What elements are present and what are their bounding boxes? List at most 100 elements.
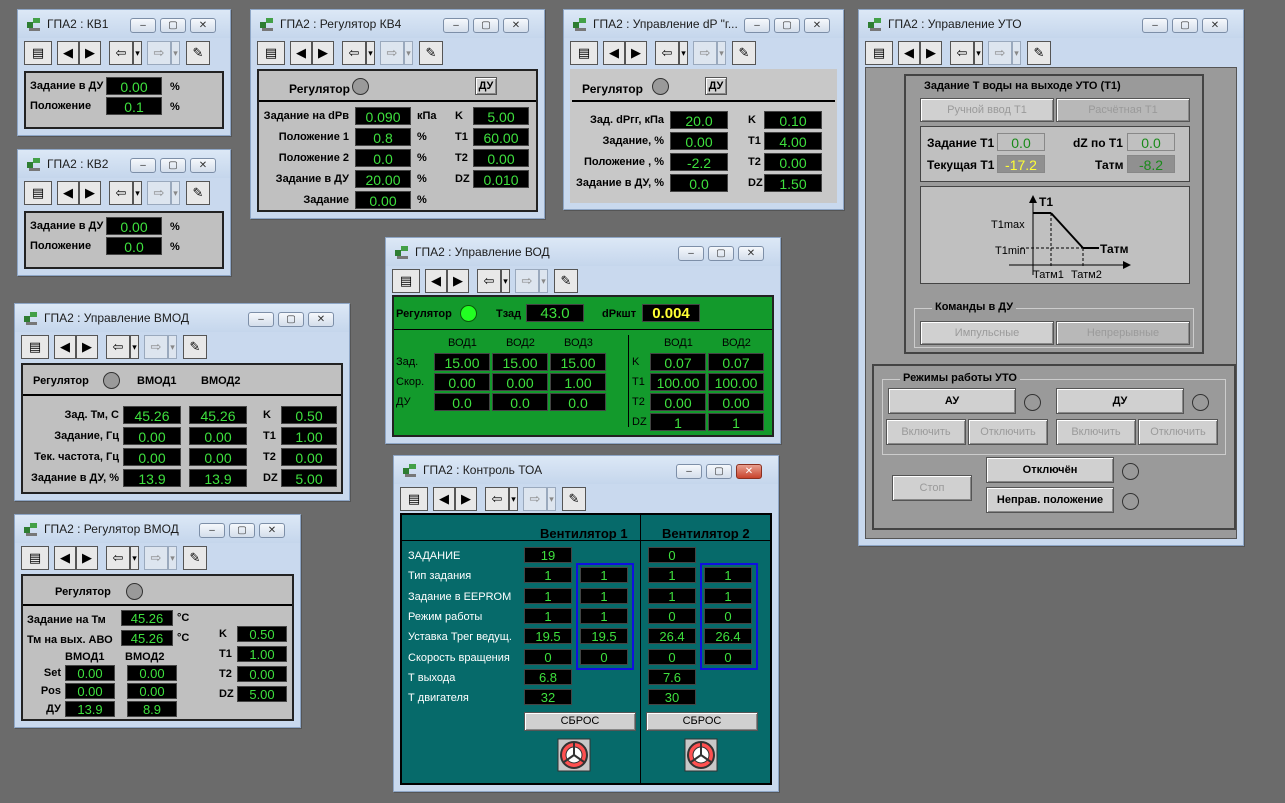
minimize-button[interactable]: – [676, 464, 702, 479]
back-icon[interactable]: ◀ [54, 546, 76, 570]
pin-icon[interactable]: ✎ [186, 41, 210, 65]
chevron-down-icon[interactable]: ▾ [539, 269, 548, 293]
chevron-down-icon[interactable]: ▾ [133, 181, 142, 205]
chevron-down-icon[interactable]: ▾ [168, 335, 177, 359]
close-button[interactable]: ✕ [503, 18, 529, 33]
back-icon[interactable]: ◀ [603, 41, 625, 65]
chevron-down-icon[interactable]: ▾ [171, 41, 180, 65]
pin-icon[interactable]: ✎ [186, 181, 210, 205]
forward-icon[interactable]: ▶ [625, 41, 647, 65]
forward-icon[interactable]: ▶ [312, 41, 334, 65]
chevron-down-icon[interactable]: ▾ [366, 41, 375, 65]
close-button[interactable]: ✕ [736, 464, 762, 479]
pin-icon[interactable]: ✎ [732, 41, 756, 65]
print-icon[interactable]: ▤ [21, 546, 49, 570]
restore-button[interactable]: ▢ [160, 18, 186, 33]
stop-button[interactable]: Стоп [892, 475, 972, 501]
chevron-down-icon[interactable]: ▾ [717, 41, 726, 65]
close-button[interactable]: ✕ [308, 312, 334, 327]
minimize-button[interactable]: – [744, 18, 770, 33]
window-vod[interactable]: ГПА2 : Управление ВОД – ▢ ✕ ▤ ◀ ▶ ⇦ ▾ ⇨ ▾ ✎ Рег… [385, 237, 781, 444]
window-kv1[interactable]: ГПА2 : КВ1 – ▢ ✕ ▤ ◀ ▶ ⇦ ▾ ⇨ ▾ ✎ Задание в ДУ 0… [17, 9, 231, 136]
print-icon[interactable]: ▤ [257, 41, 285, 65]
impulse-button[interactable]: Импульсные [920, 321, 1054, 345]
pin-icon[interactable]: ✎ [554, 269, 578, 293]
chevron-down-icon[interactable]: ▾ [1012, 41, 1021, 65]
redo-icon[interactable]: ⇨ [380, 41, 404, 65]
restore-button[interactable]: ▢ [229, 523, 255, 538]
redo-icon[interactable]: ⇨ [693, 41, 717, 65]
du-mode-button[interactable]: ДУ [1056, 388, 1184, 414]
restore-button[interactable]: ▢ [160, 158, 186, 173]
undo-icon[interactable]: ⇦ [485, 487, 509, 511]
print-icon[interactable]: ▤ [24, 41, 52, 65]
forward-icon[interactable]: ▶ [79, 181, 101, 205]
fan1-reset-button[interactable]: СБРОС [524, 712, 636, 731]
forward-icon[interactable]: ▶ [447, 269, 469, 293]
minimize-button[interactable]: – [199, 523, 225, 538]
redo-icon[interactable]: ⇨ [988, 41, 1012, 65]
print-icon[interactable]: ▤ [21, 335, 49, 359]
continuous-button[interactable]: Непрерывные [1056, 321, 1190, 345]
chevron-down-icon[interactable]: ▾ [130, 546, 139, 570]
restore-button[interactable]: ▢ [473, 18, 499, 33]
undo-icon[interactable]: ⇦ [109, 41, 133, 65]
titlebar[interactable]: ГПА2 : КВ1 – ▢ ✕ [18, 10, 230, 38]
redo-icon[interactable]: ⇨ [523, 487, 547, 511]
minimize-button[interactable]: – [1142, 18, 1168, 33]
chevron-down-icon[interactable]: ▾ [679, 41, 688, 65]
tab-calc-t1[interactable]: Расчётная Т1 [1056, 98, 1190, 122]
chevron-down-icon[interactable]: ▾ [974, 41, 983, 65]
forward-icon[interactable]: ▶ [79, 41, 101, 65]
chevron-down-icon[interactable]: ▾ [501, 269, 510, 293]
restore-button[interactable]: ▢ [1172, 18, 1198, 33]
back-icon[interactable]: ◀ [433, 487, 455, 511]
window-regvmod[interactable]: ГПА2 : Регулятор ВМОД – ▢ ✕ ▤ ◀ ▶ ⇦ ▾ ⇨ ▾ ✎ Рег… [14, 514, 301, 728]
au-button[interactable]: АУ [888, 388, 1016, 414]
titlebar[interactable]: ГПА2 : Управление dP "г... – ▢ ✕ [564, 10, 843, 38]
du-enable-button[interactable]: Включить [1056, 419, 1136, 445]
titlebar[interactable]: ГПА2 : Управление ВОД – ▢ ✕ [386, 238, 780, 266]
restore-button[interactable]: ▢ [278, 312, 304, 327]
print-icon[interactable]: ▤ [24, 181, 52, 205]
au-disable-button[interactable]: Отключить [968, 419, 1048, 445]
redo-icon[interactable]: ⇨ [147, 41, 171, 65]
forward-icon[interactable]: ▶ [455, 487, 477, 511]
chevron-down-icon[interactable]: ▾ [130, 335, 139, 359]
chevron-down-icon[interactable]: ▾ [547, 487, 556, 511]
titlebar[interactable]: ГПА2 : Управление УТО – ▢ ✕ [859, 10, 1243, 38]
print-icon[interactable]: ▤ [400, 487, 428, 511]
minimize-button[interactable]: – [248, 312, 274, 327]
redo-icon[interactable]: ⇨ [144, 546, 168, 570]
fan2-reset-button[interactable]: СБРОС [646, 712, 758, 731]
window-kv2[interactable]: ГПА2 : КВ2 – ▢ ✕ ▤ ◀ ▶ ⇦ ▾ ⇨ ▾ ✎ Задание в ДУ 0… [17, 149, 231, 276]
du-button[interactable]: ДУ [705, 77, 727, 95]
pin-icon[interactable]: ✎ [183, 546, 207, 570]
minimize-button[interactable]: – [678, 246, 704, 261]
redo-icon[interactable]: ⇨ [147, 181, 171, 205]
titlebar[interactable]: ГПА2 : Контроль ТОА – ▢ ✕ [394, 456, 778, 484]
close-button[interactable]: ✕ [1202, 18, 1228, 33]
forward-icon[interactable]: ▶ [76, 335, 98, 359]
minimize-button[interactable]: – [130, 18, 156, 33]
close-button[interactable]: ✕ [738, 246, 764, 261]
forward-icon[interactable]: ▶ [76, 546, 98, 570]
restore-button[interactable]: ▢ [706, 464, 732, 479]
undo-icon[interactable]: ⇦ [106, 335, 130, 359]
back-icon[interactable]: ◀ [425, 269, 447, 293]
chevron-down-icon[interactable]: ▾ [133, 41, 142, 65]
au-enable-button[interactable]: Включить [886, 419, 966, 445]
pin-icon[interactable]: ✎ [183, 335, 207, 359]
window-uto[interactable]: ГПА2 : Управление УТО – ▢ ✕ ▤ ◀ ▶ ⇦ ▾ ⇨ ▾ ✎ Зад… [858, 9, 1244, 546]
restore-button[interactable]: ▢ [708, 246, 734, 261]
window-dp[interactable]: ГПА2 : Управление dP "г... – ▢ ✕ ▤ ◀ ▶ ⇦ ▾ ⇨ ▾… [563, 9, 844, 210]
titlebar[interactable]: ГПА2 : Регулятор КВ4 – ▢ ✕ [251, 10, 544, 38]
du-button[interactable]: ДУ [475, 77, 497, 95]
minimize-button[interactable]: – [443, 18, 469, 33]
pin-icon[interactable]: ✎ [562, 487, 586, 511]
restore-button[interactable]: ▢ [774, 18, 800, 33]
redo-icon[interactable]: ⇨ [515, 269, 539, 293]
back-icon[interactable]: ◀ [290, 41, 312, 65]
undo-icon[interactable]: ⇦ [477, 269, 501, 293]
back-icon[interactable]: ◀ [54, 335, 76, 359]
